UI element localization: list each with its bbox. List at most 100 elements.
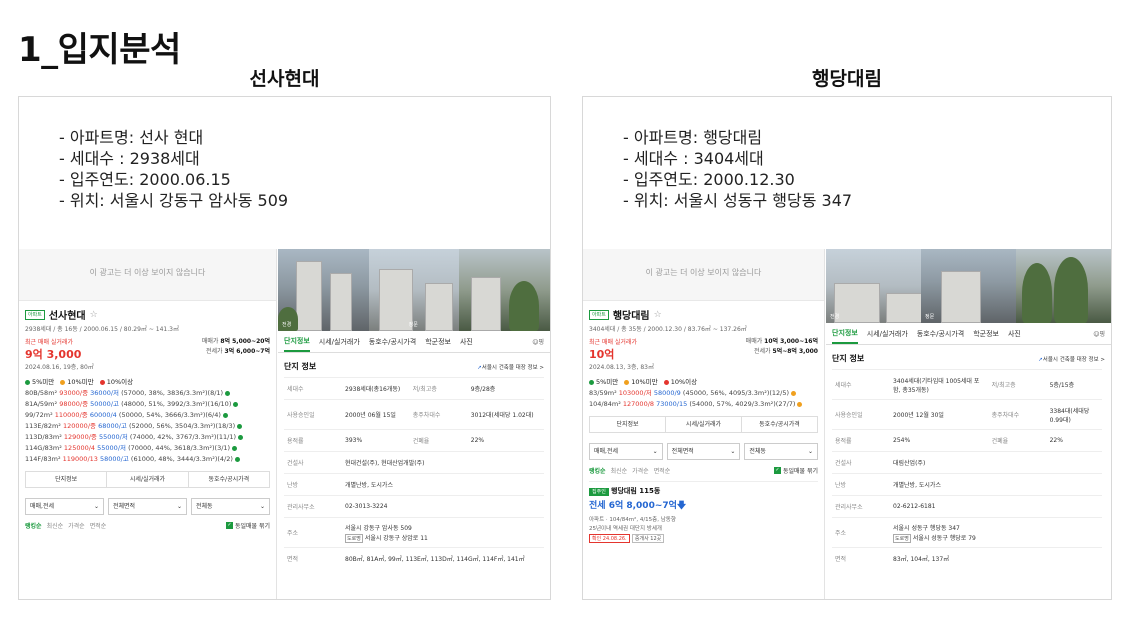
sort-price[interactable]: 가격순 <box>632 466 649 475</box>
legend-label: 10%미만 <box>631 378 658 386</box>
tab-photos[interactable]: 사진 <box>1008 329 1021 339</box>
reaction-button[interactable]: ☺핑 <box>532 337 544 346</box>
verified-tag: 확인 24.08.26. <box>589 534 630 543</box>
table-row: 난방 개별난방, 도시가스 <box>284 473 544 496</box>
building-select[interactable]: 전체동 ⌄ <box>744 443 819 460</box>
tab-school[interactable]: 학군정보 <box>973 329 999 339</box>
complex-info-button[interactable]: 단지정보 <box>26 472 108 487</box>
ad-banner: 이 광고는 더 이상 보이지 않습니다 <box>583 249 824 301</box>
owner-badge: 집주인 <box>589 488 609 496</box>
tab-price[interactable]: 시세/실거래가 <box>867 329 908 339</box>
column-heading-sunsa: 선사현대 <box>249 68 320 90</box>
group-same-listing-toggle[interactable]: ✓ 동일매물 묶기 <box>225 521 270 530</box>
group-same-listing-toggle[interactable]: ✓ 동일매물 묶기 <box>773 466 818 475</box>
summary-item: 아파트명: 선사 현대 <box>59 127 288 148</box>
summary-item: 입주연도: 2000.06.15 <box>59 169 288 190</box>
listing-item[interactable]: 집주인 행당대림 115동 전세 6억 8,000~7억🡇 아파트 · 104/… <box>589 481 818 543</box>
sort-latest[interactable]: 최신순 <box>611 466 628 475</box>
unit-row: 114G/83m² 125000/4 55000/저 (70000, 44%, … <box>25 443 270 454</box>
table-row: 사용승인일 2000년 06월 15일 총주차대수 3012대(세대당 1.02대) <box>284 399 544 430</box>
panel-haengdang: 아파트명: 행당대림 세대수 : 3404세대 입주연도: 2000.12.30… <box>582 96 1112 600</box>
legend-dot-icon <box>25 379 30 385</box>
price-history-button[interactable]: 시세/실거래가 <box>107 472 189 487</box>
unit-row: 99/72m² 110000/중 60000/4 (50000, 54%, 36… <box>25 410 270 421</box>
trade-type-select[interactable]: 매매,전세 ⌄ <box>25 498 104 515</box>
table-row: 관리사무소 02-3013-3224 <box>284 495 544 518</box>
apt-name: 행당대림 <box>612 311 650 322</box>
summary-item: 세대수 : 3404세대 <box>623 148 852 169</box>
price-history-button[interactable]: 시세/실거래가 <box>666 417 742 432</box>
trade-type-select[interactable]: 매매,전세 ⌄ <box>589 443 663 460</box>
sort-area[interactable]: 면적순 <box>654 466 671 475</box>
unit-row: 81A/59m² 98000/중 50000/고 (48000, 51%, 39… <box>25 399 270 410</box>
tab-units[interactable]: 동호수/공시가격 <box>369 337 416 347</box>
sort-price[interactable]: 가격순 <box>68 521 85 530</box>
detail-pane: 전경 정문 단지정보 시세/실거래가 동호수/공시가격 학군정보 사진 ☺핑 단… <box>826 249 1111 599</box>
area-select[interactable]: 전체면적 ⌄ <box>108 498 187 515</box>
gap-legend: 5%미만 10%미만 10%이상 <box>25 376 270 386</box>
summary-list: 아파트명: 선사 현대 세대수 : 2938세대 입주연도: 2000.06.1… <box>59 127 288 211</box>
table-row: 사용승인일 2000년 12월 30일 총주차대수 3384대(세대당 0.99대) <box>832 399 1102 430</box>
jeonse-range: 5억~8억 3,000 <box>772 348 819 355</box>
unit-row: 114F/83m² 119000/13 58000/고 (61000, 48%,… <box>25 454 270 465</box>
tab-complex-info[interactable]: 단지정보 <box>832 324 858 344</box>
photo-gate[interactable]: 정문 <box>921 249 1016 323</box>
photo-gate[interactable]: 정문 <box>368 249 460 331</box>
building-select[interactable]: 전체동 ⌄ <box>191 498 270 515</box>
legend-dot-icon <box>589 379 594 385</box>
legend-dot-icon <box>99 379 105 385</box>
sort-row: 랭킹순 최신순 가격순 면적순 ✓ 동일매물 묶기 <box>589 466 818 475</box>
recent-deal-date: 2024.08.16, 19층, 80㎡ <box>25 364 94 371</box>
unit-row: 113D/83m² 129000/중 55000/저 (74000, 42%, … <box>25 432 270 443</box>
detail-tabs: 단지정보 시세/실거래가 동호수/공시가격 학군정보 사진 ☺핑 <box>278 331 550 353</box>
info-title: 단지 정보 <box>284 362 317 371</box>
recent-deal-label: 최근 매매 실거래가 <box>589 339 637 346</box>
unit-price-button[interactable]: 동호수/공시가격 <box>189 472 269 487</box>
tab-school[interactable]: 학군정보 <box>425 337 451 347</box>
legend-dot-icon <box>663 379 669 385</box>
tab-photos[interactable]: 사진 <box>460 337 473 347</box>
checkbox-icon: ✓ <box>773 467 781 474</box>
photo-street[interactable] <box>1016 249 1111 323</box>
sort-row: 랭킹순 최신순 가격순 면적순 ✓ 동일매물 묶기 <box>25 521 270 530</box>
tab-complex-info[interactable]: 단지정보 <box>284 332 310 352</box>
complex-info-button[interactable]: 단지정보 <box>590 417 666 432</box>
table-row: 건설사 대림산업(주) <box>832 451 1102 474</box>
table-row: 주소 서울시 강동구 암사동 509 도로명 서울시 강동구 상암로 11 <box>284 517 544 548</box>
apt-name: 선사현대 <box>48 311 86 322</box>
building-registry-link[interactable]: ➚서울시 건축물 대장 정보 > <box>1038 355 1105 363</box>
table-row: 건설사 현대건설(주), 현대산업개발(주) <box>284 451 544 474</box>
naver-land-screenshot: 이 광고는 더 이상 보이지 않습니다 아파트 선사현대 ☆ 2938세대 / … <box>19 249 550 599</box>
sort-ranking[interactable]: 랭킹순 <box>25 521 42 530</box>
listing-tags: 25년이내 역세권 대단지 방세개 <box>589 526 662 532</box>
legend-dot-icon <box>60 379 66 385</box>
area-select[interactable]: 전체면적 ⌄ <box>666 443 741 460</box>
favorite-star-icon[interactable]: ☆ <box>90 310 98 320</box>
info-title: 단지 정보 <box>832 354 865 363</box>
table-row: 난방 개별난방, 도시가스 <box>832 473 1102 496</box>
photo-street[interactable] <box>459 249 550 331</box>
tab-price[interactable]: 시세/실거래가 <box>319 337 360 347</box>
legend-dot-icon <box>624 379 630 385</box>
ad-banner: 이 광고는 더 이상 보이지 않습니다 <box>19 249 276 301</box>
unit-price-button[interactable]: 동호수/공시가격 <box>742 417 817 432</box>
listing-price: 전세 6억 8,000~7억🡇 <box>589 501 687 511</box>
tab-units[interactable]: 동호수/공시가격 <box>917 329 964 339</box>
reaction-button[interactable]: ☺핑 <box>1093 329 1105 338</box>
chevron-down-icon: ⌄ <box>176 503 182 510</box>
sort-latest[interactable]: 최신순 <box>47 521 64 530</box>
sort-area[interactable]: 면적순 <box>90 521 107 530</box>
sale-range-label: 매매가 <box>201 338 219 345</box>
sort-ranking[interactable]: 랭킹순 <box>589 466 606 475</box>
photo-exterior[interactable]: 전경 <box>278 249 369 331</box>
ad-text: 이 광고는 더 이상 보이지 않습니다 <box>645 268 762 277</box>
sale-range: 8억 5,000~20억 <box>220 338 270 345</box>
building-registry-link[interactable]: ➚서울시 건축물 대장 정보 > <box>477 363 544 371</box>
apt-action-buttons: 단지정보 시세/실거래가 동호수/공시가격 <box>25 471 270 488</box>
info-header: 단지 정보 ➚서울시 건축물 대장 정보 > <box>826 345 1111 369</box>
favorite-star-icon[interactable]: ☆ <box>654 310 662 320</box>
photo-exterior[interactable]: 전경 <box>826 249 921 323</box>
chevron-down-icon: ⌄ <box>652 448 658 455</box>
broker-count-tag[interactable]: 중개사 12곳 <box>631 534 665 543</box>
photo-strip: 전경 정문 <box>826 249 1111 323</box>
